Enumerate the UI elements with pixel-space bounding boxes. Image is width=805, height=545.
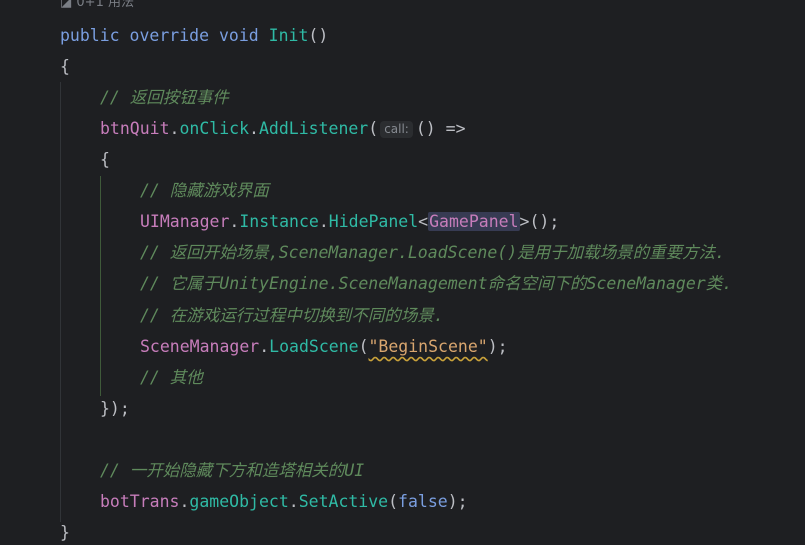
code-line-comment[interactable]: // 返回开始场景,SceneManager.LoadScene()是用于加载场… <box>140 241 725 265</box>
keyword-void: void <box>218 26 259 45</box>
class-scenemanager: SceneManager <box>140 337 260 356</box>
code-line-hide-panel[interactable]: UIManager.Instance.HidePanel<GamePanel>(… <box>140 210 559 234</box>
dot: . <box>229 212 240 231</box>
code-line-close-brace[interactable]: } <box>60 521 70 545</box>
call-end: >(); <box>519 212 560 231</box>
code-line-comment[interactable]: // 其他 <box>140 366 203 390</box>
open-brace: { <box>100 150 110 169</box>
dot: . <box>169 119 180 138</box>
indent-guide <box>60 82 61 522</box>
code-line-comment[interactable]: // 它属于UnityEngine.SceneManagement命名空间下的S… <box>140 272 732 296</box>
lambda-arrow: () => <box>415 119 466 138</box>
lparen: ( <box>358 337 369 356</box>
code-line-comment[interactable]: // 返回按钮事件 <box>100 86 229 110</box>
property-gameobject: gameObject <box>189 492 289 511</box>
comment-namespace: // 它属于UnityEngine.SceneManagement命名空间下的S… <box>140 274 733 293</box>
comment-return-start-scene: // 返回开始场景,SceneManager.LoadScene()是用于加载场… <box>140 243 726 262</box>
code-line-lambda-open[interactable]: { <box>100 148 110 172</box>
close-brace: } <box>60 523 70 542</box>
indent-guide <box>100 176 101 396</box>
code-editor[interactable]: ◪ 0+1 用法 public override void Init() { /… <box>0 0 805 544</box>
code-line-comment[interactable]: // 在游戏运行过程中切换到不同的场景. <box>140 304 444 328</box>
method-name-init: Init <box>268 26 309 45</box>
comment-hide-game: // 隐藏游戏界面 <box>140 181 269 200</box>
rparen-semi: ); <box>487 337 508 356</box>
keyword-public: public <box>60 26 120 45</box>
code-line-comment[interactable]: // 一开始隐藏下方和造塔相关的UI <box>100 459 364 483</box>
property-instance: Instance <box>239 212 319 231</box>
keyword-false: false <box>398 492 448 511</box>
open-brace: { <box>60 57 70 76</box>
comment-other: // 其他 <box>140 368 203 387</box>
code-line-open-brace[interactable]: { <box>60 55 70 79</box>
method-hidepanel: HidePanel <box>328 212 419 231</box>
keyword-override: override <box>129 26 210 45</box>
method-addlistener: AddListener <box>258 119 369 138</box>
code-line-load-scene[interactable]: SceneManager.LoadScene("BeginScene"); <box>140 335 508 359</box>
comment-hide-bottom-ui: // 一开始隐藏下方和造塔相关的UI <box>100 461 365 480</box>
comment-switch-scene: // 在游戏运行过程中切换到不同的场景. <box>140 306 444 325</box>
rparen-semi: ); <box>447 492 468 511</box>
usages-hint[interactable]: ◪ 0+1 用法 <box>60 0 134 12</box>
dot: . <box>249 119 259 138</box>
lparen: ( <box>388 492 399 511</box>
close-lambda: }); <box>100 399 130 418</box>
code-line-set-active[interactable]: botTrans.gameObject.SetActive(false); <box>100 490 468 514</box>
class-uimanager: UIManager <box>140 212 230 231</box>
parens: () <box>308 26 329 45</box>
dot: . <box>318 212 329 231</box>
comment-return-button: // 返回按钮事件 <box>100 88 229 107</box>
field-onclick: onClick <box>179 119 250 138</box>
dot: . <box>259 337 270 356</box>
code-line-method-signature[interactable]: public override void Init() <box>60 24 328 48</box>
method-setactive: SetActive <box>298 492 389 511</box>
code-line-add-listener[interactable]: btnQuit.onClick.AddListener(call:() => <box>100 117 466 141</box>
method-loadscene: LoadScene <box>269 337 359 356</box>
dot: . <box>288 492 299 511</box>
lparen: ( <box>368 119 379 138</box>
code-line-lambda-close[interactable]: }); <box>100 397 130 421</box>
type-gamepanel[interactable]: GamePanel <box>428 212 520 231</box>
string-beginscene: "BeginScene" <box>368 337 488 356</box>
parameter-hint: call: <box>380 121 413 138</box>
code-line-comment[interactable]: // 隐藏游戏界面 <box>140 179 269 203</box>
field-bottrans: botTrans <box>100 492 180 511</box>
lt: < <box>418 212 429 231</box>
dot: . <box>179 492 190 511</box>
field-btnquit: btnQuit <box>100 119 170 138</box>
